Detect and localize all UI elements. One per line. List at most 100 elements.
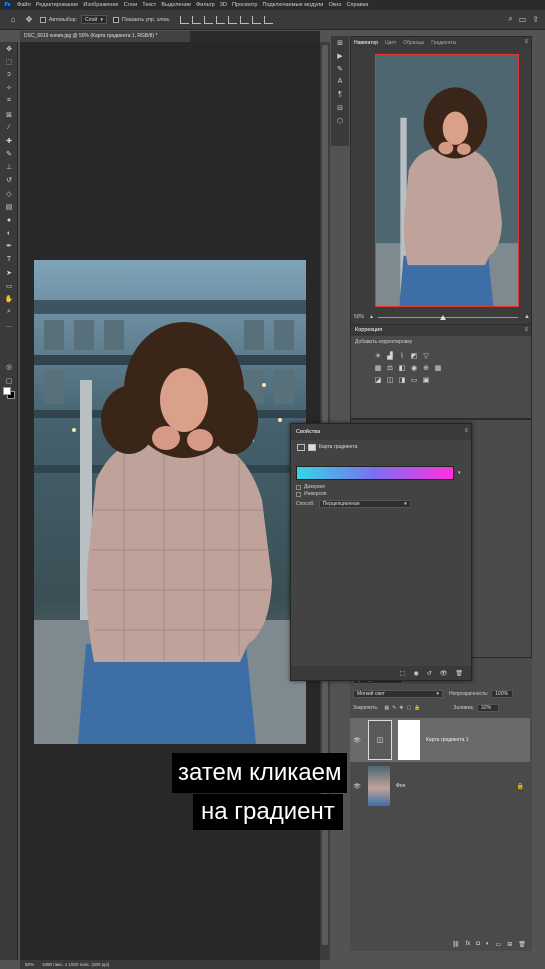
autoselect-dropdown[interactable]: Слой ▾	[80, 15, 107, 24]
share-icon[interactable]: ⇪	[532, 15, 539, 24]
zoom-slider-knob[interactable]	[439, 314, 446, 320]
document-tab[interactable]: DSC_6619 копия.jpg @ 50% (Карта градиент…	[20, 31, 190, 42]
zoom-in-icon[interactable]: ▲	[524, 314, 530, 320]
lasso-tool-icon[interactable]: ↄ	[0, 68, 18, 81]
invert-icon[interactable]: ◪	[373, 375, 383, 384]
blur-tool-icon[interactable]: ●	[0, 213, 18, 226]
add-mask-icon[interactable]: ◘	[476, 941, 480, 947]
eraser-tool-icon[interactable]: ◇	[0, 187, 18, 200]
menu-layers[interactable]: Слои	[124, 2, 138, 8]
adjustment-layer-thumbnail[interactable]: ◫	[368, 720, 392, 760]
healing-brush-icon[interactable]: ✚	[0, 134, 18, 147]
tab-color[interactable]: Цвет	[385, 40, 396, 46]
menu-select[interactable]: Выделение	[161, 2, 191, 8]
zoom-tool-icon[interactable]: ⌕	[0, 306, 18, 319]
character-icon[interactable]: A	[331, 75, 349, 88]
align-left-icon[interactable]	[180, 15, 190, 24]
align-right-icon[interactable]	[204, 15, 214, 24]
dodge-tool-icon[interactable]: ◐	[0, 227, 18, 240]
more-options-icon[interactable]	[264, 15, 274, 24]
opacity-input[interactable]: 100%	[491, 690, 514, 698]
delete-layer-icon[interactable]: 🗑	[518, 941, 526, 948]
history-icon[interactable]: ⊞	[331, 36, 349, 49]
foreground-color-swatch[interactable]	[3, 387, 11, 395]
menu-window[interactable]: Окно	[328, 2, 341, 8]
menu-type[interactable]: Текст	[142, 2, 156, 8]
search-icon[interactable]: ⌕	[508, 14, 512, 24]
marquee-tool-icon[interactable]: ⬚	[0, 55, 18, 68]
paragraph-icon[interactable]: ¶	[331, 88, 349, 101]
panel-menu-icon[interactable]: ≡	[524, 327, 528, 333]
method-dropdown[interactable]: Перцепционная ▾	[318, 500, 411, 508]
align-middle-icon[interactable]	[228, 15, 238, 24]
reverse-option[interactable]: Инверсия	[296, 491, 327, 497]
exposure-icon[interactable]: ◩	[409, 351, 419, 360]
layer-row-background[interactable]: 👁 Фон 🔒	[350, 764, 530, 808]
zoom-out-icon[interactable]: ▲	[369, 314, 374, 320]
quick-mask-icon[interactable]: ◎	[0, 360, 18, 373]
threshold-icon[interactable]: ◨	[397, 375, 407, 384]
navigator-thumbnail[interactable]	[375, 54, 519, 307]
reverse-checkbox[interactable]	[296, 491, 301, 497]
stamp-tool-icon[interactable]: ⊥	[0, 161, 18, 174]
type-tool-icon[interactable]: T	[0, 253, 18, 266]
delete-icon[interactable]: 🗑	[455, 670, 463, 677]
zoom-value[interactable]: 50%	[354, 314, 364, 320]
show-transform-checkbox[interactable]	[112, 16, 119, 23]
tab-navigator[interactable]: Навигатор	[354, 40, 378, 46]
brush-settings-icon[interactable]: ✎	[331, 62, 349, 75]
more-tools-icon[interactable]: …	[0, 319, 18, 332]
crop-tool-icon[interactable]: ⌗	[0, 95, 18, 108]
gradient-preview-bar[interactable]	[296, 466, 454, 480]
lock-icons[interactable]: ▦✎✥▢🔒	[384, 705, 423, 711]
gradient-map-icon[interactable]: ▭	[409, 375, 419, 384]
panel-menu-icon[interactable]: ≡	[524, 39, 528, 45]
link-layers-icon[interactable]: ⛓	[452, 941, 460, 948]
new-adjustment-icon[interactable]: ◐	[486, 941, 490, 947]
mask-properties-icon[interactable]	[308, 443, 316, 451]
magic-wand-icon[interactable]: ✧	[0, 82, 18, 95]
menu-file[interactable]: Файл	[17, 2, 31, 8]
vibrance-icon[interactable]: ▽	[421, 351, 431, 360]
align-center-icon[interactable]	[192, 15, 202, 24]
adjustment-properties-icon[interactable]	[297, 443, 305, 451]
pen-tool-icon[interactable]: ✒	[0, 240, 18, 253]
gradient-tool-icon[interactable]: ▤	[0, 200, 18, 213]
layer-name[interactable]: Фон	[396, 783, 405, 789]
status-zoom[interactable]: 50%	[25, 962, 34, 967]
home-icon[interactable]: ⌂	[8, 15, 18, 25]
chevron-down-icon[interactable]: ▾	[458, 470, 461, 476]
blend-mode-dropdown[interactable]: Мягкий свет ▾	[353, 690, 443, 698]
properties-icon[interactable]: ⊟	[331, 101, 349, 114]
brightness-icon[interactable]: ☀	[373, 351, 383, 360]
layer-mask-thumbnail[interactable]	[398, 720, 420, 760]
align-top-icon[interactable]	[216, 15, 226, 24]
hue-saturation-icon[interactable]: ▦	[373, 363, 383, 372]
workspace-icon[interactable]: ▭	[519, 15, 527, 24]
3d-icon[interactable]: ⬡	[331, 114, 349, 127]
properties-title[interactable]: Свойства	[291, 424, 471, 440]
menu-image[interactable]: Изображение	[83, 2, 118, 8]
fill-input[interactable]: 32%	[477, 704, 500, 712]
menu-help[interactable]: Справка	[346, 2, 368, 8]
color-lookup-icon[interactable]: ▦	[433, 363, 443, 372]
distribute-icon[interactable]	[252, 15, 262, 24]
move-tool-icon[interactable]: ✥	[24, 15, 34, 25]
move-tool-icon[interactable]: ✥	[0, 42, 18, 55]
new-layer-icon[interactable]: ⊞	[507, 941, 512, 948]
visibility-eye-icon[interactable]: 👁	[350, 783, 364, 790]
screen-mode-icon[interactable]: ▢	[0, 374, 18, 387]
panel-menu-icon[interactable]: ≡	[464, 428, 468, 434]
selective-color-icon[interactable]: ▣	[421, 375, 431, 384]
color-balance-icon[interactable]: ⚖	[385, 363, 395, 372]
align-bottom-icon[interactable]	[240, 15, 250, 24]
new-group-icon[interactable]: ▭	[496, 941, 502, 948]
path-select-icon[interactable]: ➤	[0, 266, 18, 279]
menu-filter[interactable]: Фильтр	[196, 2, 215, 8]
visibility-eye-icon[interactable]: 👁	[350, 737, 364, 744]
fx-icon[interactable]: fx	[466, 941, 471, 947]
visibility-eye-icon[interactable]: 👁	[440, 670, 448, 677]
reset-icon[interactable]: ↺	[427, 670, 432, 677]
menu-view[interactable]: Просмотр	[232, 2, 258, 8]
menu-3d[interactable]: 3D	[220, 2, 227, 8]
